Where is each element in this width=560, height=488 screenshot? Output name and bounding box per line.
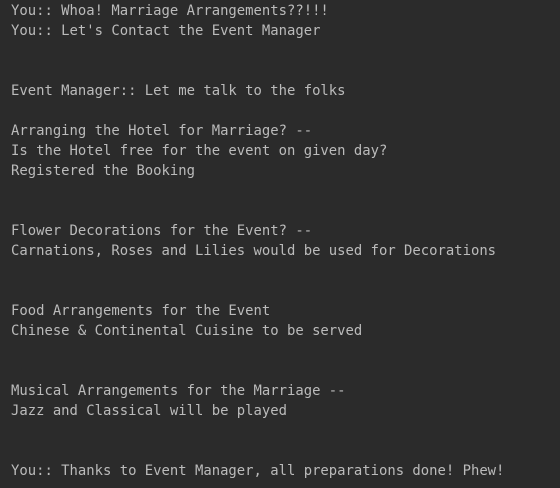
console-line: Flower Decorations for the Event? -- [11,223,313,239]
console-line: Carnations, Roses and Lilies would be us… [11,243,497,259]
console-line: You:: Let's Contact the Event Manager [11,23,321,39]
console-line: Food Arrangements for the Event [11,303,271,319]
console-line: You:: Thanks to Event Manager, all prepa… [11,463,505,479]
console-line: Is the Hotel free for the event on given… [11,143,388,159]
console-line: Event Manager:: Let me talk to the folks [11,83,346,99]
console-line: Registered the Booking [11,163,195,179]
console-lines: You:: Whoa! Marriage Arrangements??!!! Y… [11,1,560,481]
console-line: Musical Arrangements for the Marriage -- [11,383,346,399]
console-line: Jazz and Classical will be played [11,403,287,419]
console-output-panel: You:: Whoa! Marriage Arrangements??!!! Y… [0,0,560,488]
console-line: Arranging the Hotel for Marriage? -- [11,123,313,139]
console-line: Chinese & Continental Cuisine to be serv… [11,323,363,339]
console-line: You:: Whoa! Marriage Arrangements??!!! [11,3,329,19]
